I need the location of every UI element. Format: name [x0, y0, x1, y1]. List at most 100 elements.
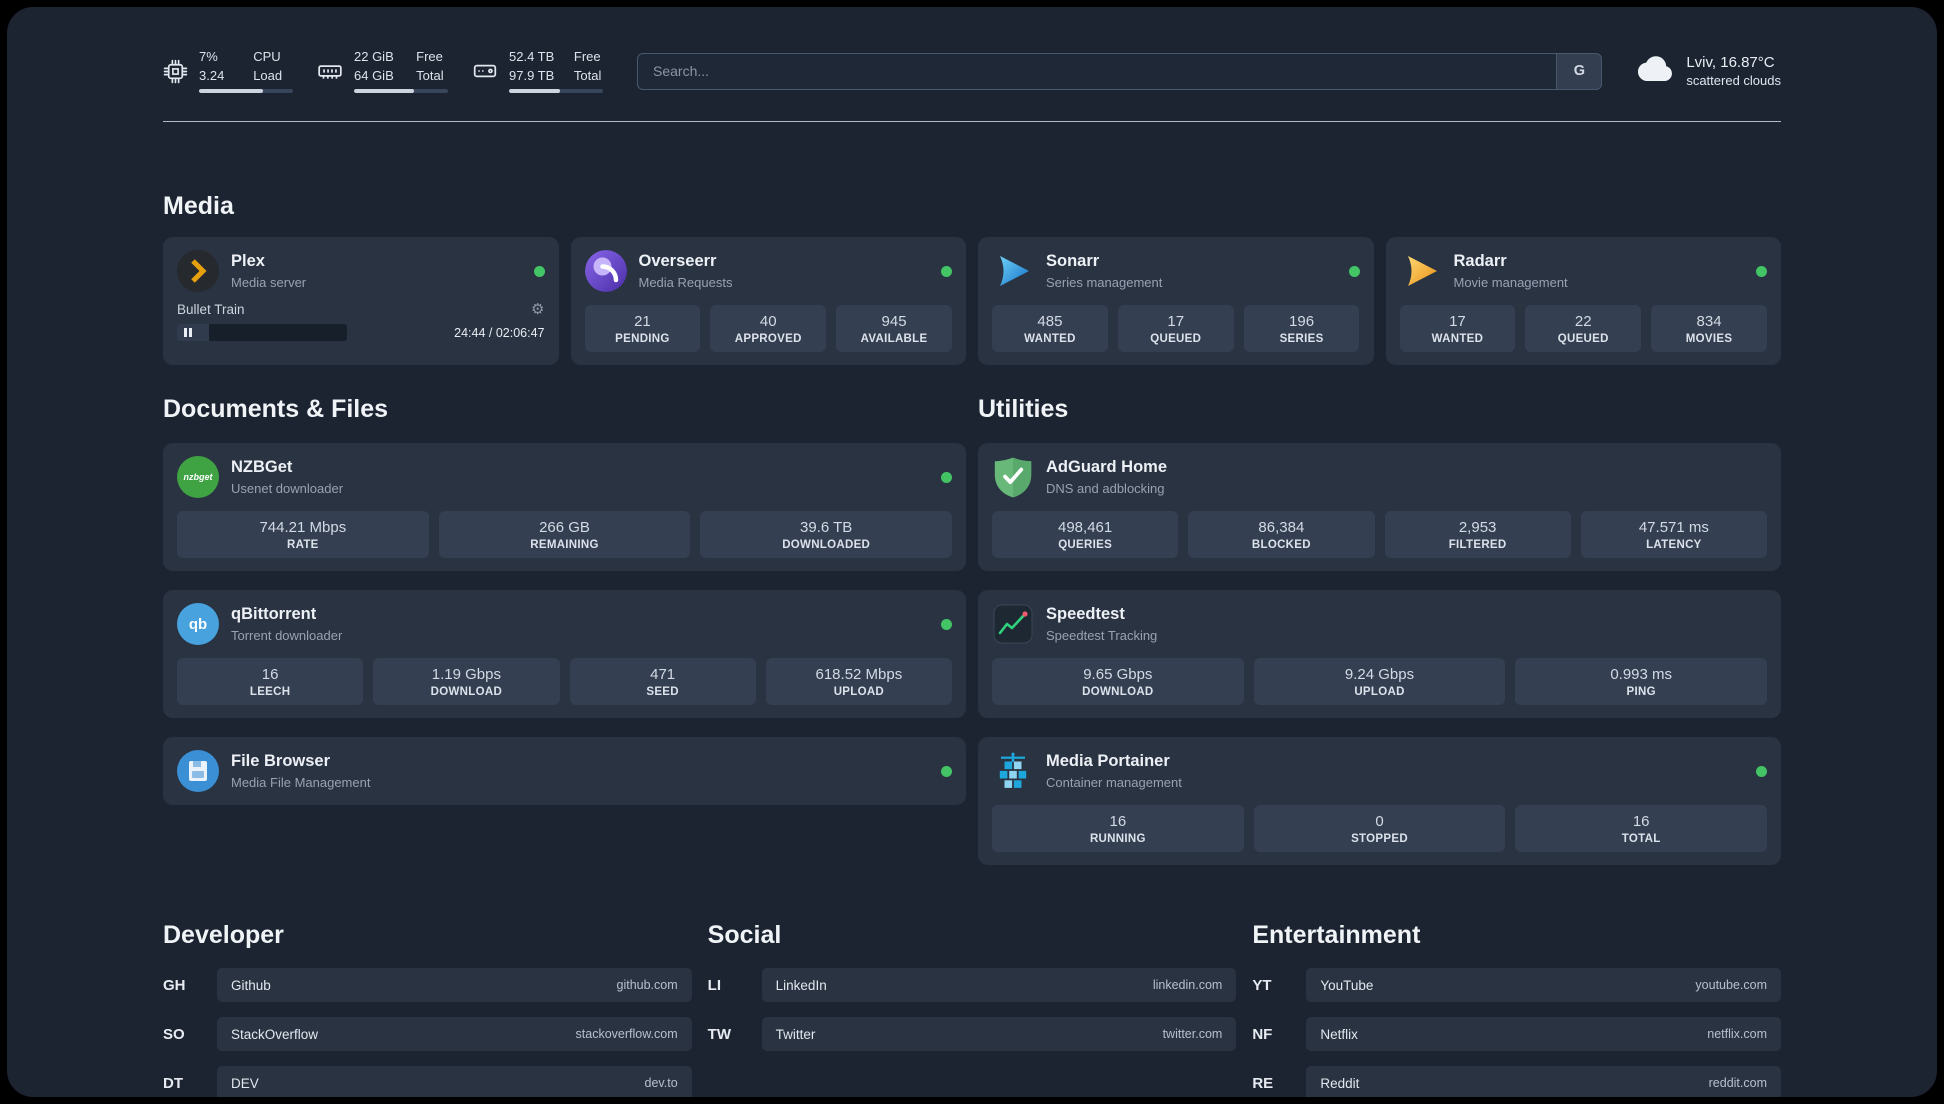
stat-upload: 9.24 Gbps UPLOAD	[1253, 658, 1506, 705]
utilities-section-title: Utilities	[978, 395, 1069, 423]
ram-widget: 22 GiB Free 64 GiB Total	[317, 49, 448, 93]
developer-section-title: Developer	[163, 921, 284, 949]
status-dot	[941, 471, 952, 483]
app-name: Media Portainer	[1046, 752, 1170, 771]
stat-series: 196 SERIES	[1243, 305, 1360, 352]
stat-stopped: 0 STOPPED	[1253, 805, 1506, 852]
app-card-nzbget[interactable]: nzbget NZBGet Usenet downloader 744.21 M…	[163, 443, 966, 571]
app-card-plex[interactable]: Plex Media server Bullet Train ⚙ 24:44 /…	[163, 237, 559, 365]
bookmarks-entertainment: Entertainment YT YouTube youtube.com NF …	[1252, 921, 1781, 1097]
utilities-column: Utilities AdGuard Home DNS and adblockin…	[978, 395, 1781, 865]
search-engine-button[interactable]: G	[1556, 52, 1603, 90]
app-name: Overseerr	[638, 252, 717, 271]
section-bookmarks: Developer GH Github github.com SO StackO…	[163, 921, 1781, 1097]
filebrowser-icon	[177, 750, 219, 792]
bookmark-youtube[interactable]: YT YouTube youtube.com	[1252, 968, 1781, 1002]
disk-total-value: 97.9 TB	[509, 67, 555, 83]
stat-ping: 0.993 ms PING	[1515, 658, 1768, 705]
portainer-icon	[992, 750, 1034, 792]
stat-wanted: 17 WANTED	[1399, 305, 1516, 352]
gear-icon[interactable]: ⚙	[531, 302, 544, 317]
stat-approved: 40 APPROVED	[710, 305, 827, 352]
top-bar: 7% CPU 3.24 Load 22 GiB Free 64 GiB Tota…	[163, 45, 1781, 97]
pause-icon[interactable]	[184, 328, 192, 337]
weather-condition: scattered clouds	[1686, 73, 1781, 88]
stat-leech: 16 LEECH	[177, 658, 364, 705]
status-dot	[533, 265, 545, 277]
app-card-portainer[interactable]: Media Portainer Container management 16 …	[978, 737, 1781, 865]
ram-total-label: Total	[416, 67, 444, 83]
app-card-filebrowser[interactable]: File Browser Media File Management	[163, 737, 966, 805]
stat-queued: 22 QUEUED	[1525, 305, 1642, 352]
stat-queries: 498,461 QUERIES	[992, 511, 1179, 558]
app-card-adguard[interactable]: AdGuard Home DNS and adblocking 498,461 …	[978, 443, 1781, 571]
weather-location: Lviv, 16.87°C	[1686, 54, 1775, 71]
status-dot	[941, 618, 952, 630]
disk-free-value: 52.4 TB	[509, 49, 555, 65]
app-card-overseerr[interactable]: Overseerr Media Requests 21 PENDING 40 A…	[570, 237, 966, 365]
stat-available: 945 AVAILABLE	[836, 305, 952, 352]
search-bar: G	[637, 52, 1603, 90]
stat-latency: 47.571 ms LATENCY	[1580, 511, 1767, 558]
app-subtitle: Container management	[1046, 774, 1182, 790]
bookmark-github[interactable]: GH Github github.com	[163, 968, 692, 1002]
stat-pending: 21 PENDING	[584, 305, 701, 352]
app-subtitle: Speedtest Tracking	[1046, 627, 1158, 643]
disk-usage-bar	[509, 88, 603, 93]
app-card-qbittorrent[interactable]: qb qBittorrent Torrent downloader 16 LEE…	[163, 590, 966, 718]
topbar-divider	[163, 121, 1781, 122]
ram-free-label: Free	[416, 49, 443, 65]
status-dot	[1348, 265, 1360, 277]
stat-download: 9.65 Gbps DOWNLOAD	[992, 658, 1244, 705]
app-card-sonarr[interactable]: Sonarr Series management 485 WANTED 17 Q…	[978, 237, 1374, 365]
section-middle: Documents & Files nzbget NZBGet Usenet d…	[163, 395, 1781, 865]
bookmark-dev[interactable]: DT DEV dev.to	[163, 1066, 692, 1097]
app-subtitle: Media server	[231, 274, 307, 290]
ram-icon	[317, 58, 343, 84]
plex-icon	[177, 250, 219, 292]
stat-queued: 17 QUEUED	[1117, 305, 1234, 352]
disk-widget: 52.4 TB Free 97.9 TB Total	[472, 49, 603, 93]
playback-progress-bar[interactable]	[177, 324, 347, 341]
ram-usage-bar	[354, 88, 448, 93]
app-subtitle: Movie management	[1453, 274, 1568, 290]
media-section-title: Media	[163, 192, 234, 220]
stat-blocked: 86,384 BLOCKED	[1188, 511, 1375, 558]
disk-total-label: Total	[573, 67, 602, 83]
cpu-widget: 7% CPU 3.24 Load	[163, 49, 293, 93]
app-name: Plex	[231, 252, 265, 271]
search-input[interactable]	[637, 52, 1557, 90]
app-card-speedtest[interactable]: Speedtest Speedtest Tracking 9.65 Gbps D…	[978, 590, 1781, 718]
documents-section-title: Documents & Files	[163, 395, 389, 423]
app-subtitle: Media Requests	[638, 274, 733, 290]
stat-download: 1.19 Gbps DOWNLOAD	[373, 658, 560, 705]
app-name: qBittorrent	[231, 605, 317, 624]
now-playing-title: Bullet Train	[177, 302, 245, 317]
overseerr-icon	[584, 250, 627, 292]
ram-free-value: 22 GiB	[354, 49, 394, 65]
app-name: AdGuard Home	[1046, 458, 1168, 477]
documents-column: Documents & Files nzbget NZBGet Usenet d…	[163, 395, 966, 865]
nzbget-icon: nzbget	[177, 456, 219, 498]
playback-time: 24:44 / 02:06:47	[454, 325, 545, 340]
app-name: Radarr	[1453, 252, 1507, 271]
app-subtitle: DNS and adblocking	[1046, 480, 1165, 496]
bookmark-reddit[interactable]: RE Reddit reddit.com	[1252, 1066, 1781, 1097]
bookmarks-developer: Developer GH Github github.com SO StackO…	[163, 921, 692, 1097]
bookmark-netflix[interactable]: NF Netflix netflix.com	[1252, 1017, 1781, 1051]
stat-movies: 834 MOVIES	[1651, 305, 1767, 352]
bookmark-twitter[interactable]: TW Twitter twitter.com	[708, 1017, 1237, 1051]
cloud-icon	[1636, 55, 1674, 87]
bookmark-stackoverflow[interactable]: SO StackOverflow stackoverflow.com	[163, 1017, 692, 1051]
stat-filtered: 2,953 FILTERED	[1384, 511, 1571, 558]
sonarr-icon	[992, 250, 1034, 292]
radarr-icon	[1400, 250, 1442, 292]
stat-remaining: 266 GB REMAINING	[438, 511, 691, 558]
section-media: Media Plex Media server Bullet Train ⚙ 2…	[163, 192, 1781, 365]
app-card-radarr[interactable]: Radarr Movie management 17 WANTED 22 QUE…	[1385, 237, 1781, 365]
ram-total-value: 64 GiB	[354, 67, 394, 83]
adguard-icon	[992, 456, 1034, 498]
bookmark-linkedin[interactable]: LI LinkedIn linkedin.com	[708, 968, 1237, 1002]
stat-upload: 618.52 Mbps UPLOAD	[765, 658, 952, 705]
status-dot	[1756, 265, 1767, 277]
